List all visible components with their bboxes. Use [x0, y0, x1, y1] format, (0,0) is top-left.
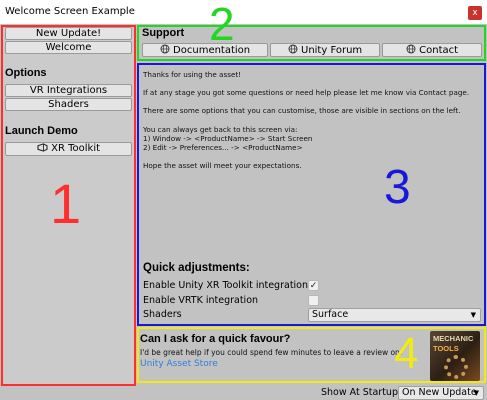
main-text-line: Hope the asset will meet your expectatio…: [143, 161, 302, 170]
vrtk-integration-label: Enable VRTK integration: [143, 295, 259, 306]
main-text-line: 2) Edit -> Preferences... -> <ProductNam…: [143, 143, 303, 152]
unity-forum-label: Unity Forum: [301, 45, 363, 56]
gear-icon: [444, 355, 468, 379]
new-update-button[interactable]: New Update!: [5, 27, 132, 40]
vrtk-integration-checkbox[interactable]: [308, 295, 319, 306]
logo-line1: MECHANIC: [433, 334, 474, 343]
main-text-line: If at any stage you got some questions o…: [143, 88, 470, 97]
annotation-number-1: 1: [50, 172, 82, 235]
shaders-dropdown[interactable]: Surface ▼: [308, 308, 481, 322]
xr-toolkit-label: XR Toolkit: [51, 143, 101, 154]
globe-icon: [160, 44, 170, 54]
close-button[interactable]: x: [468, 6, 482, 20]
support-label: Support: [142, 27, 185, 39]
welcome-button[interactable]: Welcome: [5, 41, 132, 54]
contact-button[interactable]: Contact: [382, 43, 482, 57]
shaders-button[interactable]: Shaders: [5, 98, 132, 111]
quick-adjustments-title: Quick adjustments:: [143, 262, 250, 274]
launch-demo-label: Launch Demo: [5, 125, 78, 137]
xr-toolkit-integration-label: Enable Unity XR Toolkit integration: [143, 280, 309, 291]
favour-title: Can I ask for a quick favour?: [140, 333, 291, 345]
favour-text: I'd be great help if you could spend few…: [140, 348, 403, 357]
main-text-line: 1) Window -> <ProductName> -> Start Scre…: [143, 134, 313, 143]
vr-integrations-button[interactable]: VR Integrations: [5, 84, 132, 97]
chevron-down-icon: ▼: [470, 311, 476, 319]
contact-label: Contact: [419, 45, 459, 56]
main-text-line: Thanks for using the asset!: [143, 70, 242, 79]
logo-line2: TOOLS: [433, 344, 459, 353]
annotation-number-2: 2: [209, 0, 235, 50]
show-at-startup-label: Show At Startup: [321, 387, 398, 398]
show-at-startup-dropdown[interactable]: On New Update ▼: [398, 386, 484, 400]
annotation-number-3: 3: [384, 161, 411, 214]
shaders-label: Shaders: [143, 309, 182, 320]
xr-toolkit-button[interactable]: XR Toolkit: [5, 142, 132, 156]
chevron-down-icon: ▼: [473, 389, 479, 397]
asset-store-link[interactable]: Unity Asset Store: [140, 359, 218, 369]
main-text-line: You can always get back to this screen v…: [143, 125, 298, 134]
vr-headset-icon: [37, 143, 48, 152]
main-text-line: There are some options that you can cust…: [143, 106, 461, 115]
show-at-startup-value: On New Update: [402, 387, 477, 398]
mechanic-tools-logo[interactable]: MECHANIC TOOLS: [430, 331, 480, 381]
globe-icon: [406, 44, 416, 54]
window-titlebar: Welcome Screen Example x: [0, 0, 487, 24]
shaders-dropdown-value: Surface: [312, 309, 349, 320]
xr-toolkit-integration-checkbox[interactable]: ✓: [308, 280, 319, 291]
annotation-number-4: 4: [394, 329, 419, 378]
globe-icon: [288, 44, 298, 54]
options-label: Options: [5, 67, 47, 79]
documentation-button[interactable]: Documentation: [142, 43, 268, 57]
unity-forum-button[interactable]: Unity Forum: [270, 43, 380, 57]
window-title: Welcome Screen Example: [5, 6, 135, 17]
